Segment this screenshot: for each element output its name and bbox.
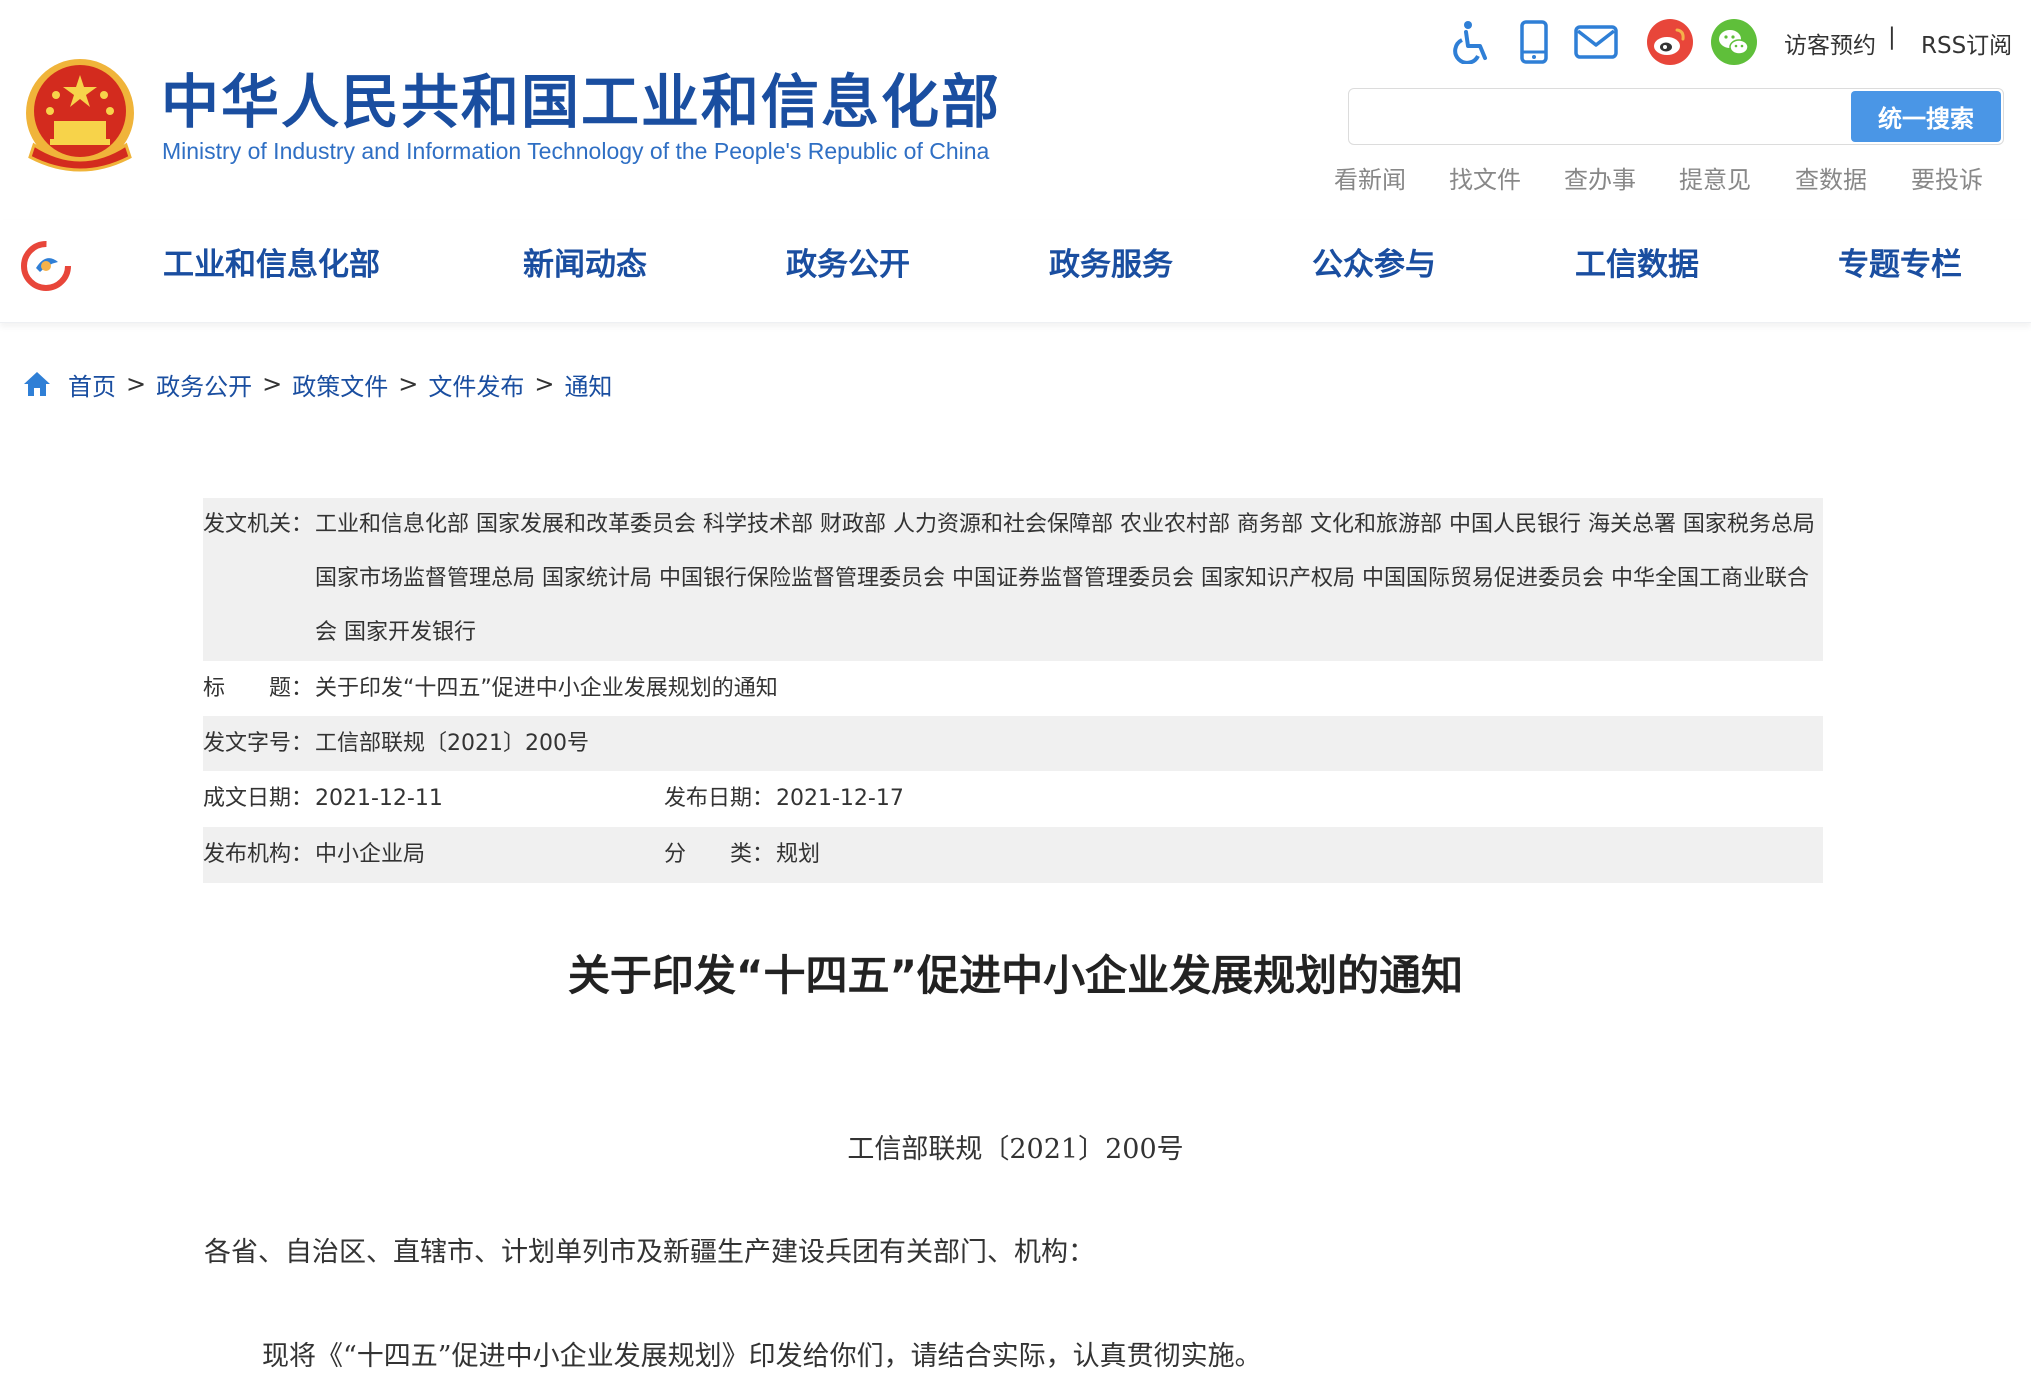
mobile-icon[interactable]	[1510, 18, 1558, 66]
visit-appointment-link[interactable]: 访客预约	[1784, 26, 1876, 60]
rss-subscribe-link[interactable]: RSS订阅	[1921, 26, 2012, 60]
category-label: 分 类：	[664, 842, 775, 867]
published-date-label: 发布日期：	[664, 786, 775, 811]
quick-link-documents[interactable]: 找文件	[1449, 160, 1521, 195]
nav-item-special-topics[interactable]: 专题专栏	[1838, 240, 1962, 290]
nav-logo-icon[interactable]	[18, 238, 74, 294]
breadcrumb-separator: >	[534, 370, 555, 398]
issuer-label: 发文机关：	[203, 512, 314, 537]
breadcrumb: 首页 > 政务公开 > 政策文件 > 文件发布 > 通知	[22, 366, 612, 402]
published-date-value: 2021-12-17	[776, 786, 904, 811]
doc-number-label: 发文字号：	[203, 731, 314, 756]
nav-item-government-affairs[interactable]: 政务公开	[786, 240, 910, 290]
wechat-icon[interactable]	[1710, 18, 1758, 66]
breadcrumb-document-release[interactable]: 文件发布	[428, 367, 524, 402]
quick-link-data[interactable]: 查数据	[1795, 160, 1867, 195]
written-date-label: 成文日期：	[203, 786, 314, 811]
search-input[interactable]	[1349, 89, 1849, 144]
info-row-agency: 发布机构： 中小企业局 分 类： 规划	[203, 827, 1823, 883]
nav-item-news[interactable]: 新闻动态	[523, 240, 647, 290]
breadcrumb-policy-documents[interactable]: 政策文件	[292, 367, 388, 402]
nav-item-services[interactable]: 政务服务	[1049, 240, 1173, 290]
nav-item-ministry[interactable]: 工业和信息化部	[163, 240, 380, 290]
breadcrumb-separator: >	[126, 370, 147, 398]
quick-link-complaint[interactable]: 要投诉	[1911, 160, 1983, 195]
site-subtitle: Ministry of Industry and Information Tec…	[162, 138, 990, 164]
info-row-dates: 成文日期： 2021-12-11 发布日期： 2021-12-17	[203, 771, 1823, 827]
doc-number-value: 工信部联规〔2021〕200号	[315, 731, 589, 756]
article-doc-number: 工信部联规〔2021〕200号	[847, 1134, 1184, 1165]
article-salutation: 各省、自治区、直辖市、计划单列市及新疆生产建设兵团有关部门、机构：	[204, 1237, 1095, 1268]
document-info-table: 发文机关： 工业和信息化部 国家发展和改革委员会 科学技术部 财政部 人力资源和…	[203, 498, 1823, 883]
weibo-icon[interactable]	[1646, 18, 1694, 66]
home-icon[interactable]	[22, 370, 52, 398]
tools-separator: |	[1888, 24, 1896, 50]
quick-link-news[interactable]: 看新闻	[1334, 160, 1406, 195]
article-title: 关于印发“十四五”促进中小企业发展规划的通知	[567, 951, 1464, 1000]
emblem-icon	[26, 59, 134, 172]
quick-links: 看新闻 找文件 查办事 提意见 查数据 要投诉	[1320, 160, 2020, 196]
breadcrumb-separator: >	[262, 370, 283, 398]
breadcrumb-separator: >	[398, 370, 419, 398]
breadcrumb-notice[interactable]: 通知	[564, 367, 612, 402]
issuer-value: 工业和信息化部 国家发展和改革委员会 科学技术部 财政部 人力资源和社会保障部 …	[315, 512, 1815, 645]
title-label: 标 题：	[203, 676, 314, 701]
agency-value: 中小企业局	[315, 842, 426, 867]
main-nav: 工业和信息化部 新闻动态 政务公开 政务服务 公众参与 工信数据 专题专栏	[0, 220, 2031, 323]
info-row-doc-number: 发文字号： 工信部联规〔2021〕200号	[203, 716, 1823, 771]
info-row-title: 标 题： 关于印发“十四五”促进中小企业发展规划的通知	[203, 661, 1823, 716]
article-body-paragraph: 现将《“十四五”促进中小企业发展规划》印发给你们，请结合实际，认真贯彻实施。	[262, 1341, 1262, 1372]
info-row-issuer: 发文机关： 工业和信息化部 国家发展和改革委员会 科学技术部 财政部 人力资源和…	[203, 498, 1823, 661]
unified-search-button[interactable]: 统一搜索	[1851, 91, 2001, 142]
quick-link-services[interactable]: 查办事	[1564, 160, 1636, 195]
written-date-value: 2021-12-11	[315, 786, 443, 811]
breadcrumb-government-affairs[interactable]: 政务公开	[156, 367, 252, 402]
category-value: 规划	[776, 842, 821, 867]
breadcrumb-home[interactable]: 首页	[68, 367, 116, 402]
nav-item-data[interactable]: 工信数据	[1575, 240, 1699, 290]
title-value: 关于印发“十四五”促进中小企业发展规划的通知	[315, 676, 778, 701]
nav-item-public-participation[interactable]: 公众参与	[1312, 240, 1436, 290]
site-title[interactable]: 中华人民共和国工业和信息化部	[161, 62, 1001, 142]
quick-link-feedback[interactable]: 提意见	[1679, 160, 1751, 195]
search-box: 统一搜索	[1348, 88, 2004, 145]
top-tools: 访客预约 | RSS订阅	[1448, 18, 2012, 68]
mail-icon[interactable]	[1572, 18, 1620, 66]
national-emblem	[20, 55, 140, 175]
accessibility-icon[interactable]	[1448, 18, 1496, 66]
agency-label: 发布机构：	[203, 842, 314, 867]
